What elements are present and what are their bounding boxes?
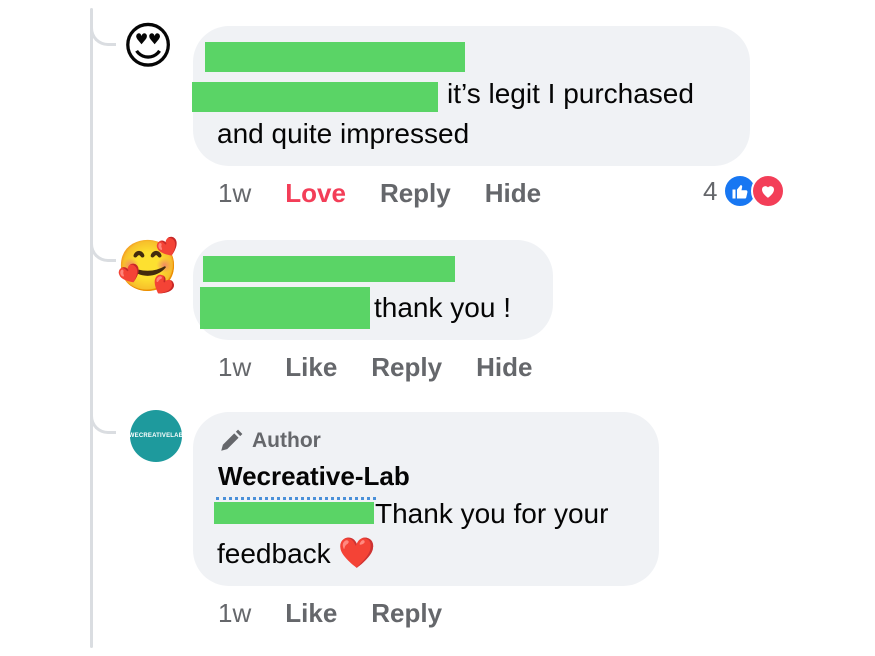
like-button[interactable]: Like [285,352,337,383]
redacted-text [192,82,438,112]
like-button[interactable]: Like [285,598,337,629]
comment-text: Thank you for your [375,498,609,529]
smiling-hearts-emoji-avatar: 🥰 [116,238,180,294]
reaction-summary[interactable]: 4 [703,174,786,208]
comment-text-line: feedback ❤️ [217,534,376,574]
comment-text: it’s legit I purchased [447,78,694,109]
comment-actions: 1w Like Reply Hide [218,352,566,383]
red-heart-emoji: ❤️ [338,537,376,570]
author-badge: Author [218,428,321,454]
reply-button[interactable]: Reply [371,598,442,629]
comment-actions: 1w Love Reply Hide [218,178,575,209]
redacted-text [200,287,370,329]
comment-text: thank you ! [374,292,511,323]
redacted-name [205,42,465,72]
timestamp[interactable]: 1w [218,598,251,629]
hide-button[interactable]: Hide [485,178,541,209]
thread-connector [90,408,116,434]
timestamp[interactable]: 1w [218,178,251,209]
pen-icon [221,429,243,451]
logo-text: WECREATIVELAB [128,433,184,439]
redacted-mention [214,502,374,524]
reaction-count: 4 [703,175,718,206]
thread-connector [90,236,116,262]
redacted-name [203,256,455,282]
comment-text: and quite impressed [217,118,470,149]
reply-button[interactable]: Reply [371,352,442,383]
thread-connector [90,20,116,46]
timestamp[interactable]: 1w [218,352,251,383]
heart-eyes-emoji-avatar: 😍 [121,18,175,74]
commenter-name[interactable]: Wecreative-Lab [218,456,410,496]
reply-button[interactable]: Reply [380,178,451,209]
hide-button[interactable]: Hide [476,352,532,383]
love-reaction-button[interactable]: Love [285,178,346,209]
comment-actions: 1w Like Reply [218,598,476,629]
love-icon [751,174,786,208]
page-logo-avatar[interactable]: WECREATIVELAB [128,410,184,462]
author-badge-label: Author [252,429,321,452]
thread-line [90,8,93,648]
avatar[interactable]: 😍 [118,16,178,76]
avatar[interactable]: 🥰 [116,236,180,296]
comment-text: feedback [217,538,331,569]
